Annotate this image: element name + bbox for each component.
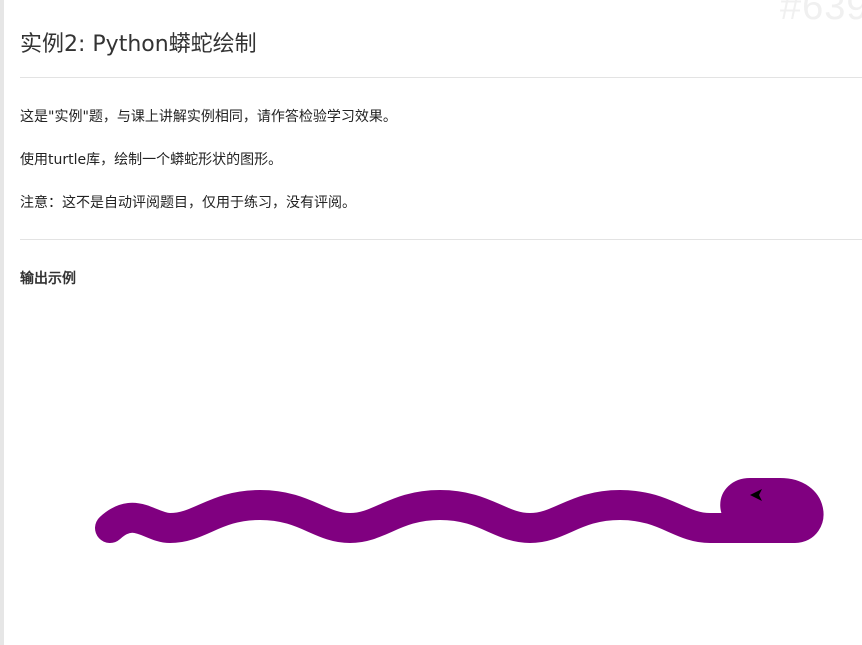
python-snake-figure bbox=[95, 478, 824, 543]
page-title: 实例2: Python蟒蛇绘制 bbox=[20, 32, 257, 57]
section-divider bbox=[20, 239, 862, 240]
problem-number-watermark: #639 bbox=[780, 0, 862, 28]
note-paragraph: 注意：这不是自动评阅题目，仅用于练习，没有评阅。 bbox=[20, 195, 356, 211]
snake-body bbox=[95, 478, 824, 543]
task-paragraph: 使用turtle库，绘制一个蟒蛇形状的图形。 bbox=[20, 152, 283, 168]
title-divider bbox=[20, 77, 862, 78]
example-output-heading: 输出示例 bbox=[20, 271, 76, 287]
intro-paragraph: 这是"实例"题，与课上讲解实例相同，请作答检验学习效果。 bbox=[20, 109, 397, 125]
left-border bbox=[0, 0, 4, 645]
